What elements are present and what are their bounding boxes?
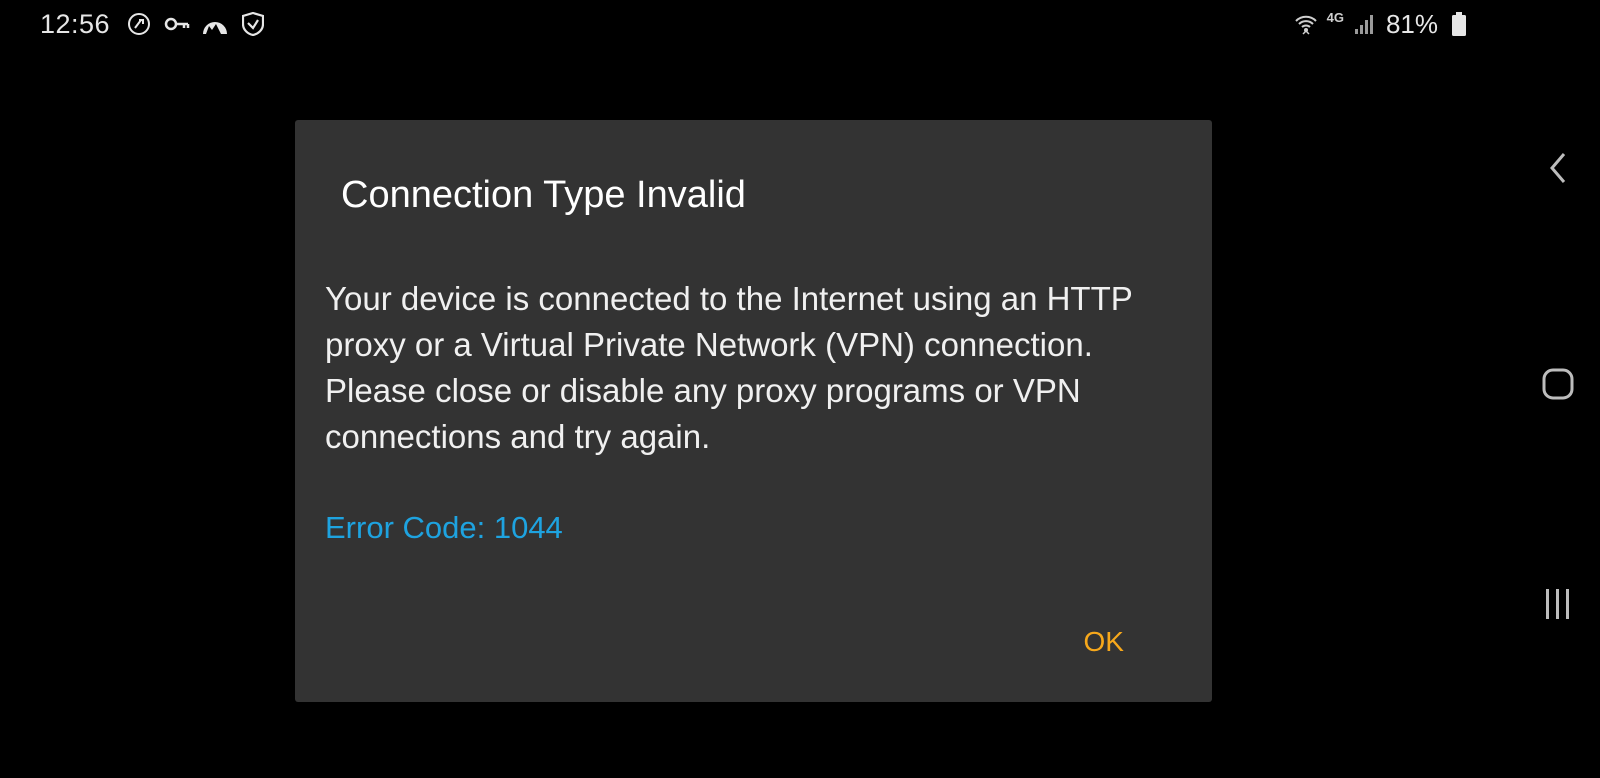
ok-button[interactable]: OK [1080,618,1128,666]
signal-icon [1352,11,1378,37]
recents-button[interactable] [1538,584,1578,624]
dialog-message: Your device is connected to the Internet… [325,280,1133,455]
back-icon [1550,153,1566,183]
battery-percent: 81% [1385,8,1438,39]
wifi-icon [1293,11,1319,37]
error-dialog: Connection Type Invalid Your device is c… [295,120,1212,702]
home-icon [1542,368,1574,400]
status-time: 12:56 [40,8,111,39]
home-button[interactable] [1538,364,1578,404]
screen: 12:56 4G 81% Connection Type Invalid You… [0,0,1600,778]
vpn-mountain-icon [202,11,228,37]
shield-icon [240,11,266,37]
status-bar-left: 12:56 [40,6,266,42]
battery-icon [1446,11,1472,37]
dialog-title: Connection Type Invalid [341,174,746,216]
navigation-bar [1520,0,1600,778]
recents-icon [1546,589,1569,619]
lte-icon: 4G [1326,10,1344,25]
key-icon [164,11,190,37]
status-bar-right: 4G 81% [1293,6,1472,42]
phone-call-icon [126,11,152,37]
error-code: Error Code: 1044 [325,510,563,545]
back-button[interactable] [1538,148,1578,188]
